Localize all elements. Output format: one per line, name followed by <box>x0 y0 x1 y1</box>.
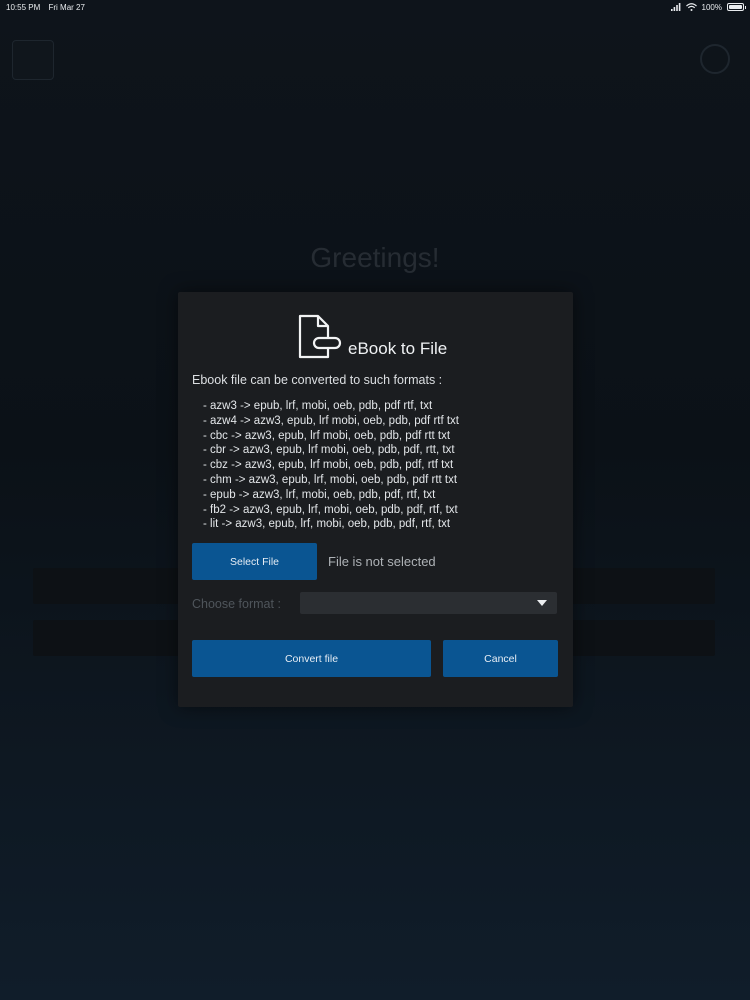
list-item: - cbc -> azw3, epub, lrf mobi, oeb, pdb,… <box>203 429 451 442</box>
settings-icon[interactable] <box>700 44 730 74</box>
list-item: - cbr -> azw3, epub, lrf mobi, oeb, pdb,… <box>203 444 455 457</box>
battery-percent: 100% <box>701 2 722 12</box>
convert-file-button[interactable]: Convert file <box>192 640 431 677</box>
menu-button[interactable] <box>12 40 54 80</box>
list-item: - fb2 -> azw3, epub, lrf, mobi, oeb, pdb… <box>203 503 458 516</box>
select-file-button[interactable]: Select File <box>192 543 317 580</box>
greeting-text: Greetings! <box>310 242 440 273</box>
status-bar: 10:55 PM Fri Mar 27 100% <box>0 0 750 14</box>
status-left: 10:55 PM Fri Mar 27 <box>6 3 91 12</box>
list-item: - epub -> azw3, lrf, mobi, oeb, pdb, pdf… <box>203 488 436 501</box>
cancel-button[interactable]: Cancel <box>443 640 558 677</box>
file-export-icon <box>298 314 342 359</box>
list-item: - azw4 -> azw3, epub, lrf mobi, oeb, pdb… <box>203 414 459 427</box>
choose-format-label: Choose format : <box>192 597 281 611</box>
battery-icon <box>727 3 746 11</box>
format-list[interactable]: - azw3 -> epub, lrf, mobi, oeb, pdb, pdf… <box>203 399 548 529</box>
wifi-icon <box>685 3 697 11</box>
list-item: - chm -> azw3, epub, lrf, mobi, oeb, pdb… <box>203 473 458 486</box>
list-item: - azw3 -> epub, lrf, mobi, oeb, pdb, pdf… <box>203 400 433 412</box>
chevron-down-icon <box>537 600 547 606</box>
format-dropdown[interactable] <box>300 592 557 614</box>
status-date: Fri Mar 27 <box>48 2 85 12</box>
list-item: - lit -> azw3, epub, lrf, mobi, oeb, pdb… <box>203 518 451 529</box>
conversion-dialog: eBook to File Ebook file can be converte… <box>178 292 573 707</box>
dialog-title: eBook to File <box>348 339 448 358</box>
list-item: - cbz -> azw3, epub, lrf mobi, oeb, pdb,… <box>203 459 454 472</box>
file-status: File is not selected <box>328 554 436 569</box>
battery-fill <box>729 5 742 9</box>
signal-icon <box>670 3 680 11</box>
status-time: 10:55 PM <box>6 2 41 12</box>
dialog-intro: Ebook file can be converted to such form… <box>192 373 443 387</box>
status-right: 100% <box>670 2 746 12</box>
